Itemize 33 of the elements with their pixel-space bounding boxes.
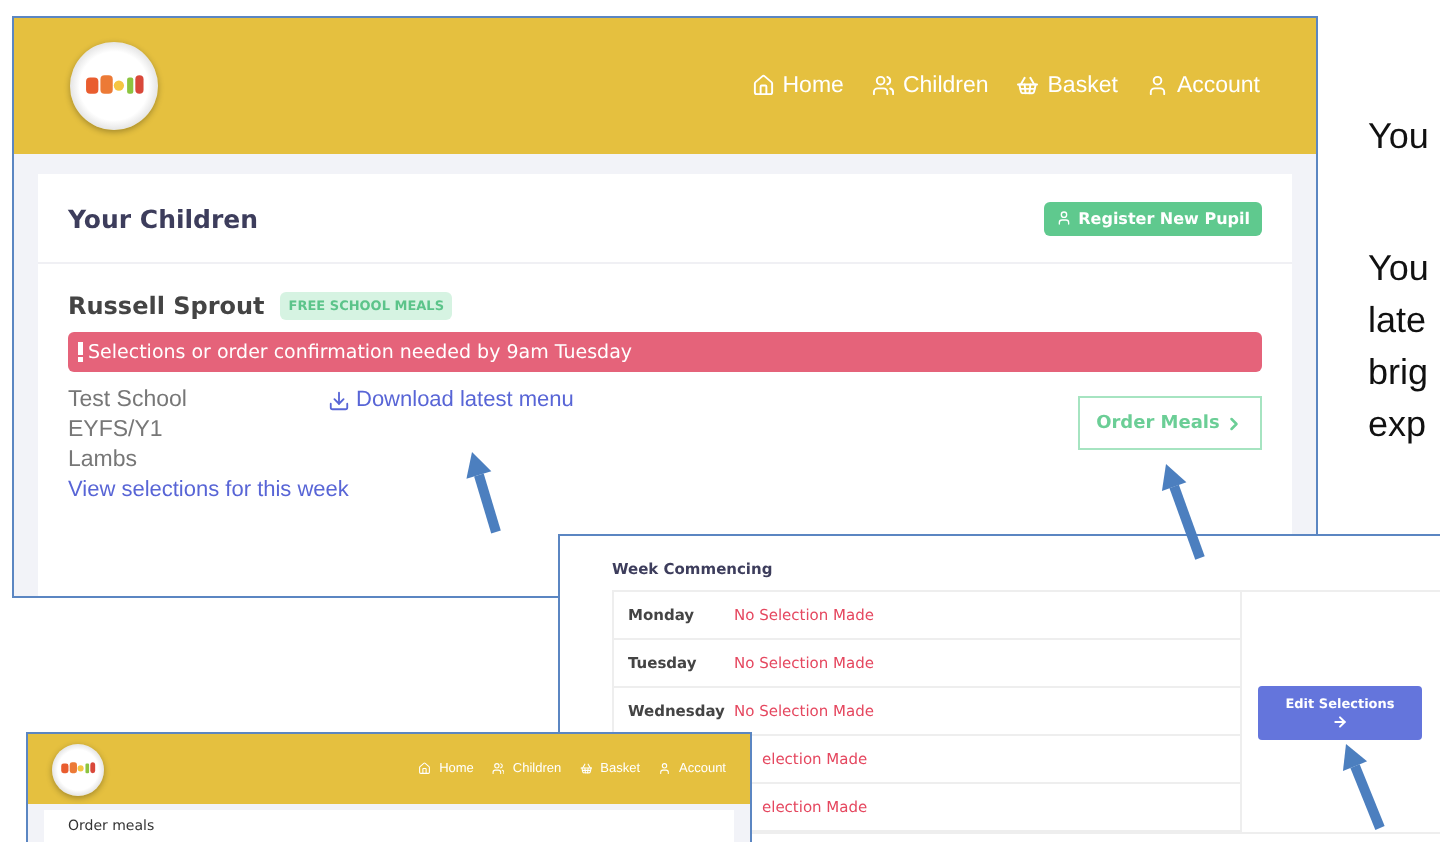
user-icon [1056,210,1073,226]
logo-icon [52,743,104,795]
arrow-right-icon [1332,713,1348,729]
document-paragraph: You [1368,114,1429,160]
child-detail: Test School [68,388,189,412]
home-icon [418,762,432,776]
document-paragraph: You late brig exp [1368,246,1429,448]
pointer-arrow [1342,744,1385,830]
alert-text: Selections or order confirmation needed by 9am Tuesday [88,341,633,363]
home-icon [751,74,775,98]
pointer-arrow [466,452,501,534]
nav-link[interactable]: Home [751,74,844,98]
download-icon [328,389,350,411]
download-link[interactable]: Download latest menu [328,388,574,412]
pointer-arrow [1161,464,1205,560]
order-meals-button[interactable]: Order Meals [1078,396,1262,450]
nav-link[interactable]: Basket [1016,74,1118,98]
child-detail: EYFS/Y1 [68,418,165,442]
nav-link[interactable]: Account [1145,74,1260,98]
basket-icon [579,762,593,776]
section-title: Your Children [68,203,259,233]
users-icon [491,762,505,776]
users-icon [871,74,895,98]
exclamation-icon [76,342,84,362]
basket-icon [1016,74,1040,98]
child-name: Russell Sprout [68,292,265,320]
user-icon [658,762,671,776]
view-selections-link[interactable]: View selections for this week [68,478,349,502]
nav-link[interactable]: Children [871,74,989,98]
child-detail: Lambs [68,448,140,472]
logo-icon [70,42,158,130]
user-icon [1145,74,1169,98]
register-button[interactable]: Register New Pupil [1044,201,1262,235]
